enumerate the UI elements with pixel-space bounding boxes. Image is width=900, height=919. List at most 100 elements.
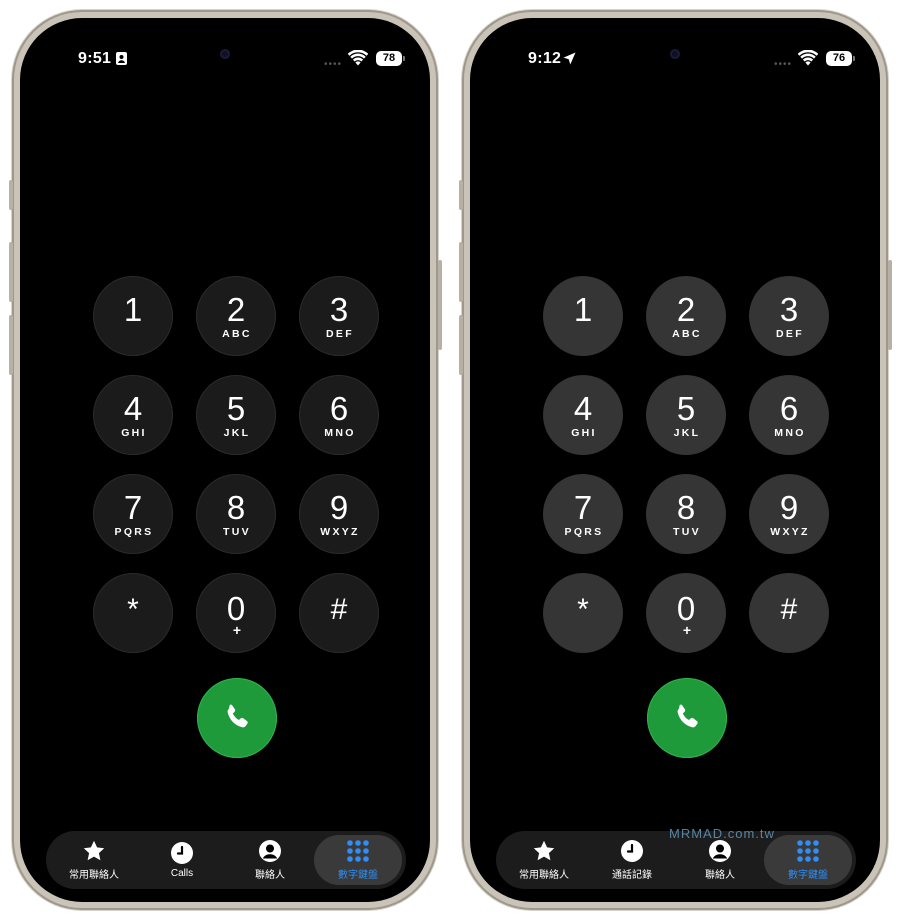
dial-keypad: 1 2 ABC 3 DEF 4 GHI 5 JKL 6 MNO 7 PQRS 8 TUV 9 WXYZ * 0 + # <box>93 276 381 653</box>
tab-person[interactable]: 聯絡人 <box>226 835 314 885</box>
key-letters: TUV <box>673 525 701 538</box>
keypad-key-8[interactable]: 8 TUV <box>646 474 726 554</box>
key-letters: JKL <box>223 426 251 439</box>
key-digit: 4 <box>573 389 593 427</box>
tab-label: 通話記錄 <box>612 870 652 881</box>
keypad-key-1[interactable]: 1 <box>543 276 623 356</box>
keypad-key-6[interactable]: 6 MNO <box>299 375 379 455</box>
tab-label: 數字鍵盤 <box>788 870 828 881</box>
side-button <box>459 315 463 375</box>
key-digit: 9 <box>779 488 799 526</box>
key-digit: 5 <box>226 389 246 427</box>
keypad-key-6[interactable]: 6 MNO <box>749 375 829 455</box>
key-letters <box>132 628 134 640</box>
person-icon <box>258 839 282 863</box>
tab-label: 聯絡人 <box>255 870 285 881</box>
keypad-key-9[interactable]: 9 WXYZ <box>299 474 379 554</box>
key-letters: GHI <box>121 426 147 439</box>
key-letters: WXYZ <box>320 525 360 538</box>
keypad-key-3[interactable]: 3 DEF <box>299 276 379 356</box>
clock-icon <box>170 841 194 865</box>
cellular-signal-icon: •••• <box>323 59 342 70</box>
key-digit: 6 <box>329 389 349 427</box>
keypad-key-hash[interactable]: # <box>749 573 829 653</box>
side-button <box>459 242 463 302</box>
star-icon <box>532 839 556 863</box>
keypad-key-9[interactable]: 9 WXYZ <box>749 474 829 554</box>
keypad-key-1[interactable]: 1 <box>93 276 173 356</box>
keypad-icon <box>796 839 820 863</box>
keypad-key-2[interactable]: 2 ABC <box>196 276 276 356</box>
side-button <box>438 260 442 350</box>
keypad-key-0[interactable]: 0 + <box>196 573 276 653</box>
keypad-key-8[interactable]: 8 TUV <box>196 474 276 554</box>
tab-label: 聯絡人 <box>705 870 735 881</box>
status-bar: 9:12 •••• 76 <box>470 44 880 78</box>
battery-icon: 76 <box>826 51 855 66</box>
key-digit: 9 <box>329 488 349 526</box>
key-digit: 2 <box>676 290 696 328</box>
keypad-key-hash[interactable]: # <box>299 573 379 653</box>
key-digit: 1 <box>573 290 593 328</box>
key-letters: ABC <box>222 327 252 340</box>
key-letters: JKL <box>673 426 701 439</box>
key-digit: 3 <box>779 290 799 328</box>
keypad-key-5[interactable]: 5 JKL <box>646 375 726 455</box>
keypad-key-7[interactable]: 7 PQRS <box>93 474 173 554</box>
keypad-key-star[interactable]: * <box>93 573 173 653</box>
phone-screen: 9:12 •••• 76 1 2 ABC 3 DEF 4 GHI 5 JKL 6 MNO 7 PQRS 8 TUV… <box>470 18 880 902</box>
status-time: 9:51 <box>78 50 112 67</box>
keypad-key-5[interactable]: 5 JKL <box>196 375 276 455</box>
side-button <box>459 180 463 210</box>
keypad-key-star[interactable]: * <box>543 573 623 653</box>
call-button[interactable] <box>647 678 727 758</box>
key-letters: ABC <box>672 327 702 340</box>
keypad-key-7[interactable]: 7 PQRS <box>543 474 623 554</box>
phone-icon <box>221 702 253 734</box>
key-letters <box>132 328 134 340</box>
side-button <box>9 315 13 375</box>
key-digit: 4 <box>123 389 143 427</box>
keypad-key-4[interactable]: 4 GHI <box>543 375 623 455</box>
key-letters: + <box>682 622 692 638</box>
key-digit: 5 <box>676 389 696 427</box>
camera-icon <box>670 49 680 59</box>
tab-keypad[interactable]: 數字鍵盤 <box>314 835 402 885</box>
tab-person[interactable]: 聯絡人 <box>676 835 764 885</box>
tab-star[interactable]: 常用聯絡人 <box>50 835 138 885</box>
tab-keypad[interactable]: 數字鍵盤 <box>764 835 852 885</box>
key-letters <box>582 328 584 340</box>
keypad-key-2[interactable]: 2 ABC <box>646 276 726 356</box>
dynamic-island <box>165 44 285 78</box>
clock-icon <box>620 839 644 863</box>
key-letters: PQRS <box>564 525 604 538</box>
keypad-key-3[interactable]: 3 DEF <box>749 276 829 356</box>
star-icon <box>82 839 106 863</box>
person-icon <box>708 839 732 863</box>
key-letters <box>788 628 790 640</box>
call-button[interactable] <box>197 678 277 758</box>
tab-label: Calls <box>170 868 194 879</box>
dynamic-island <box>615 44 735 78</box>
key-letters: DEF <box>326 327 354 340</box>
cellular-signal-icon: •••• <box>773 59 792 70</box>
wifi-icon <box>797 49 819 68</box>
key-letters: GHI <box>571 426 597 439</box>
key-digit: 7 <box>123 488 143 526</box>
key-letters: WXYZ <box>770 525 810 538</box>
key-digit: 3 <box>329 290 349 328</box>
tab-clock[interactable]: Calls <box>138 835 226 885</box>
keypad-key-0[interactable]: 0 + <box>646 573 726 653</box>
tab-label: 常用聯絡人 <box>519 870 569 881</box>
key-digit: 0 <box>226 590 246 627</box>
dial-keypad: 1 2 ABC 3 DEF 4 GHI 5 JKL 6 MNO 7 PQRS 8 TUV 9 WXYZ * 0 + # <box>543 276 831 653</box>
tab-label: 常用聯絡人 <box>69 870 119 881</box>
tab-label: 數字鍵盤 <box>338 870 378 881</box>
tab-star[interactable]: 常用聯絡人 <box>500 835 588 885</box>
key-digit: 8 <box>676 488 696 526</box>
wifi-icon <box>347 49 369 68</box>
phone-frame: 9:12 •••• 76 1 2 ABC 3 DEF 4 GHI 5 JKL 6 MNO 7 PQRS 8 TUV… <box>459 10 892 910</box>
battery-icon: 78 <box>376 51 405 66</box>
tab-clock[interactable]: 通話記錄 <box>588 835 676 885</box>
keypad-key-4[interactable]: 4 GHI <box>93 375 173 455</box>
